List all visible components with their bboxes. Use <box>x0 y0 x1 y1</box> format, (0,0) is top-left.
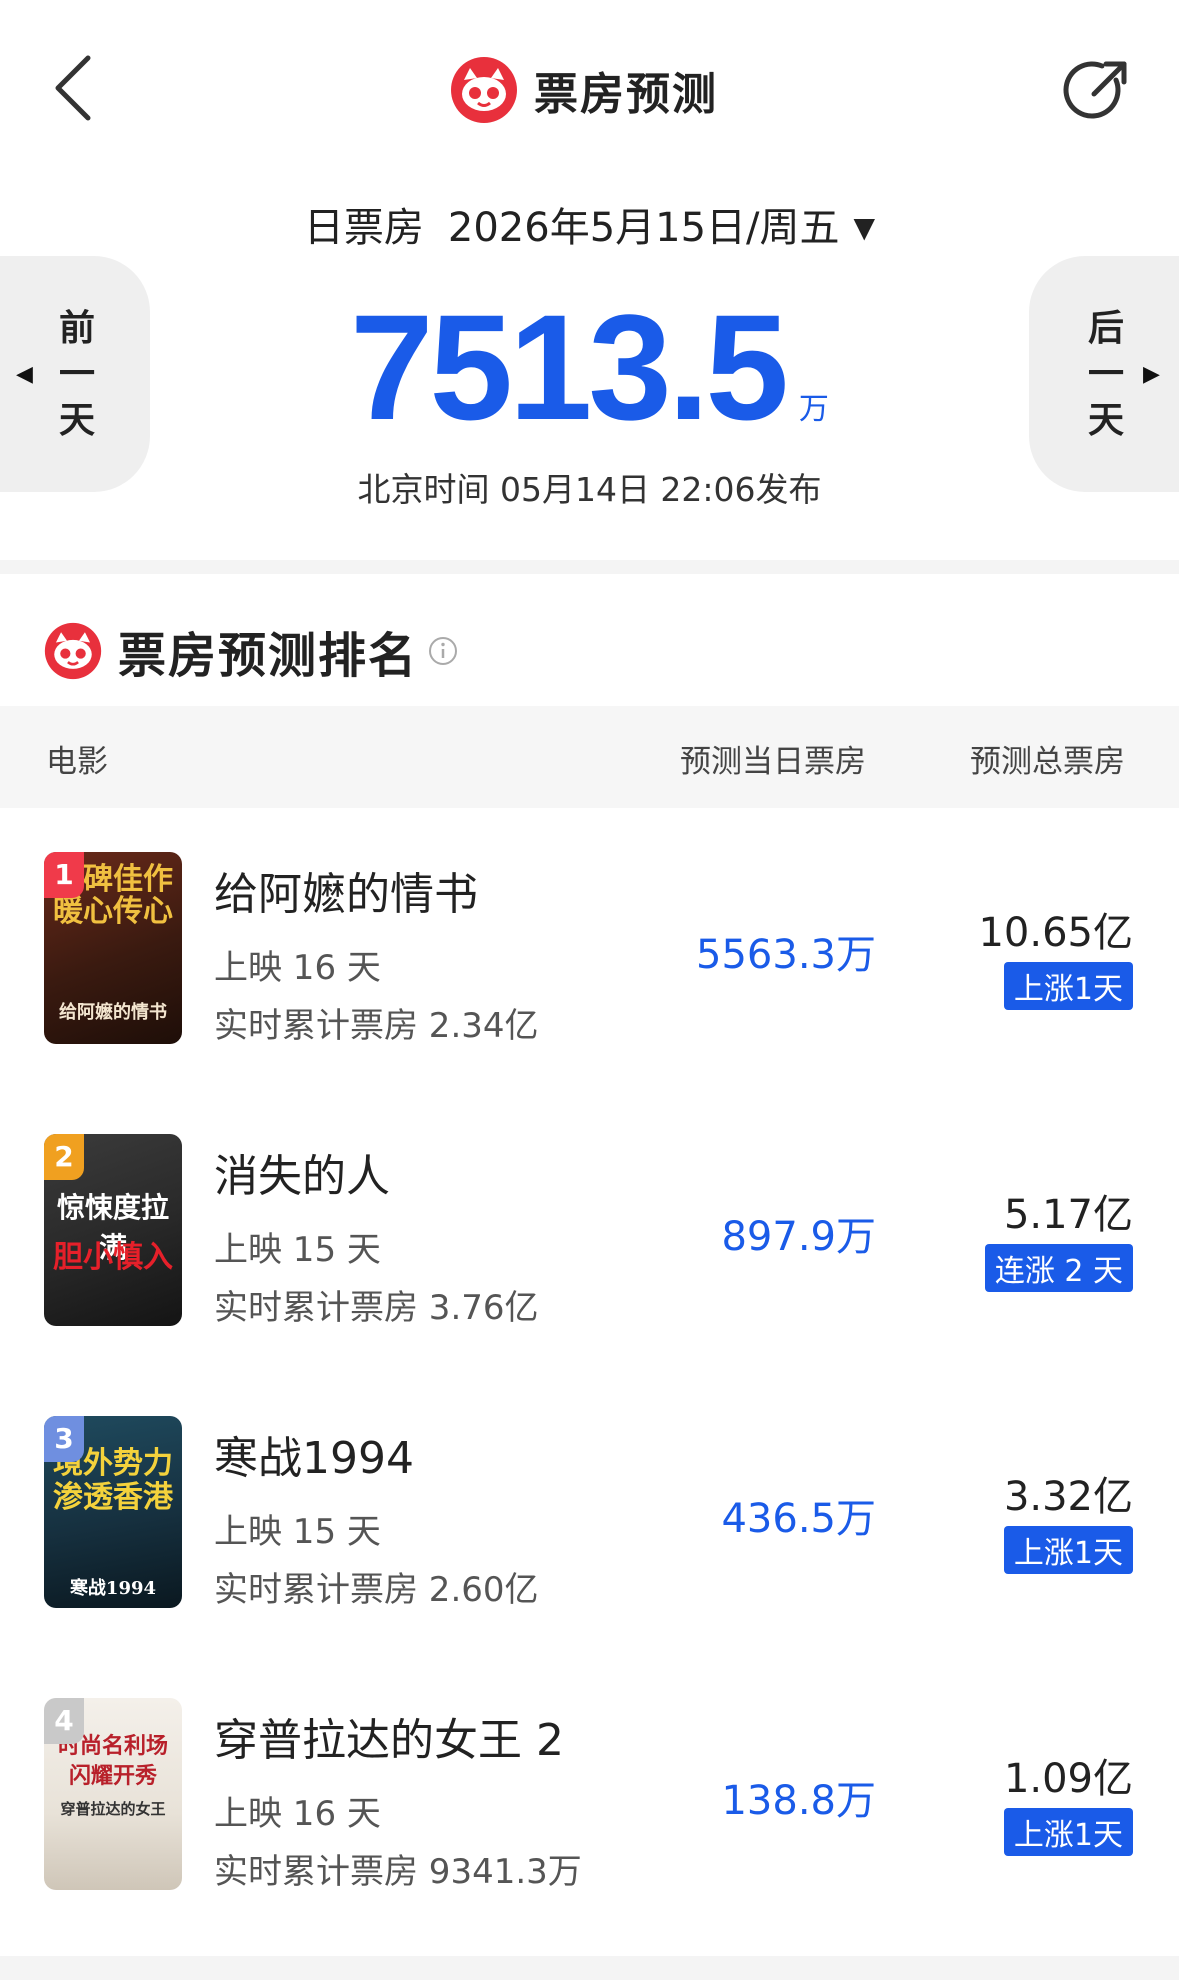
poster-text: 渗透香港 <box>53 1480 173 1515</box>
total-forecast: 5.17亿 连涨 2 天 <box>984 1182 1133 1292</box>
maoyan-cat-logo-icon <box>451 57 517 123</box>
total-forecast-value: 3.32亿 <box>1003 1474 1133 1520</box>
daily-forecast: 138.8万 <box>721 1778 876 1824</box>
poster-text: 闪耀开秀 <box>68 1763 157 1789</box>
trend-badge: 上涨1天 <box>1003 1526 1133 1574</box>
rank-badge: 4 <box>44 1698 84 1744</box>
share-icon[interactable] <box>1058 52 1138 132</box>
poster-caption: 穿普拉达的女王 <box>60 1800 166 1818</box>
daily-forecast: 5563.3万 <box>696 932 876 978</box>
release-days: 上映 15 天 <box>214 1230 381 1270</box>
poster-caption: 给阿嬷的情书 <box>59 1002 167 1023</box>
trend-badge: 上涨1天 <box>1003 1808 1133 1856</box>
movie-poster: 境外势力 渗透香港 寒战1994 3 <box>44 1416 182 1608</box>
column-header-movie: 电影 <box>46 744 108 780</box>
poster-caption: 寒战1994 <box>69 1578 157 1599</box>
release-days: 上映 16 天 <box>214 1794 381 1834</box>
poster-text: 胆小慎入 <box>53 1240 173 1275</box>
caret-down-icon: ▼ <box>853 211 876 244</box>
column-header-total-forecast[interactable]: 预测总票房 <box>970 736 1125 781</box>
rank-badge: 2 <box>44 1134 84 1180</box>
daily-total: 7513.5 万 <box>0 292 1179 442</box>
maoyan-cat-logo-icon <box>44 622 102 680</box>
column-header-day-forecast[interactable]: 预测当日票房 <box>680 736 866 781</box>
total-forecast-value: 5.17亿 <box>1003 1192 1133 1238</box>
table-row[interactable]: 境外势力 渗透香港 寒战1994 3 寒战1994 上映 15 天 实时累计票房… <box>0 1416 1179 1698</box>
publish-time: 北京时间 05月14日 22:06发布 <box>357 470 822 509</box>
trend-badge: 上涨1天 <box>1003 962 1133 1010</box>
total-forecast: 10.65亿 上涨1天 <box>978 900 1133 1010</box>
movie-title: 给阿嬷的情书 <box>214 869 478 920</box>
release-days: 上映 15 天 <box>214 1512 381 1552</box>
movie-title: 穿普拉达的女王 2 <box>214 1715 564 1766</box>
cumulative-box-office: 实时累计票房 9341.3万 <box>214 1852 582 1892</box>
page-title: 票房预测 <box>534 69 718 120</box>
back-chevron-icon[interactable] <box>48 52 98 124</box>
movie-poster: 口碑佳作 暖心传心 给阿嬷的情书 1 <box>44 852 182 1044</box>
date-selector[interactable]: 日票房 2026年5月15日/周五 ▼ <box>0 195 1179 253</box>
movie-poster: 时尚名利场 闪耀开秀 穿普拉达的女王 4 <box>44 1698 182 1890</box>
table-row[interactable]: 口碑佳作 暖心传心 给阿嬷的情书 1 给阿嬷的情书 上映 16 天 实时累计票房… <box>0 852 1179 1134</box>
total-forecast-value: 1.09亿 <box>1003 1756 1133 1802</box>
cumulative-box-office: 实时累计票房 2.34亿 <box>214 1006 539 1046</box>
app-header-brand: 票房预测 <box>450 54 718 126</box>
date-value: 2026年5月15日/周五 <box>447 205 840 251</box>
cumulative-box-office: 实时累计票房 2.60亿 <box>214 1570 539 1610</box>
daily-forecast: 436.5万 <box>721 1496 876 1542</box>
info-icon[interactable] <box>428 636 458 666</box>
total-forecast: 3.32亿 上涨1天 <box>1003 1464 1133 1574</box>
movie-poster: 惊悚度拉满 胆小慎入 2 <box>44 1134 182 1326</box>
cumulative-box-office: 实时累计票房 3.76亿 <box>214 1288 539 1328</box>
movie-title: 消失的人 <box>214 1151 390 1202</box>
rank-badge: 3 <box>44 1416 84 1462</box>
movie-title: 寒战1994 <box>214 1433 414 1484</box>
trend-badge: 连涨 2 天 <box>984 1244 1133 1292</box>
ranking-header: 票房预测排名 <box>44 616 458 686</box>
daily-forecast: 897.9万 <box>721 1214 876 1260</box>
total-forecast: 1.09亿 上涨1天 <box>1003 1746 1133 1856</box>
table-row[interactable]: 时尚名利场 闪耀开秀 穿普拉达的女王 4 穿普拉达的女王 2 上映 16 天 实… <box>0 1698 1179 1980</box>
rank-badge: 1 <box>44 852 84 898</box>
daily-total-value: 7513.5 <box>350 283 789 451</box>
table-row[interactable]: 惊悚度拉满 胆小慎入 2 消失的人 上映 15 天 实时累计票房 3.76亿 8… <box>0 1134 1179 1416</box>
ranking-title: 票房预测排名 <box>118 628 419 684</box>
table-header: 电影 预测当日票房 预测总票房 <box>0 706 1179 808</box>
date-type-label: 日票房 <box>303 205 424 251</box>
release-days: 上映 16 天 <box>214 948 381 988</box>
daily-total-unit: 万 <box>798 392 829 427</box>
total-forecast-value: 10.65亿 <box>978 910 1133 956</box>
